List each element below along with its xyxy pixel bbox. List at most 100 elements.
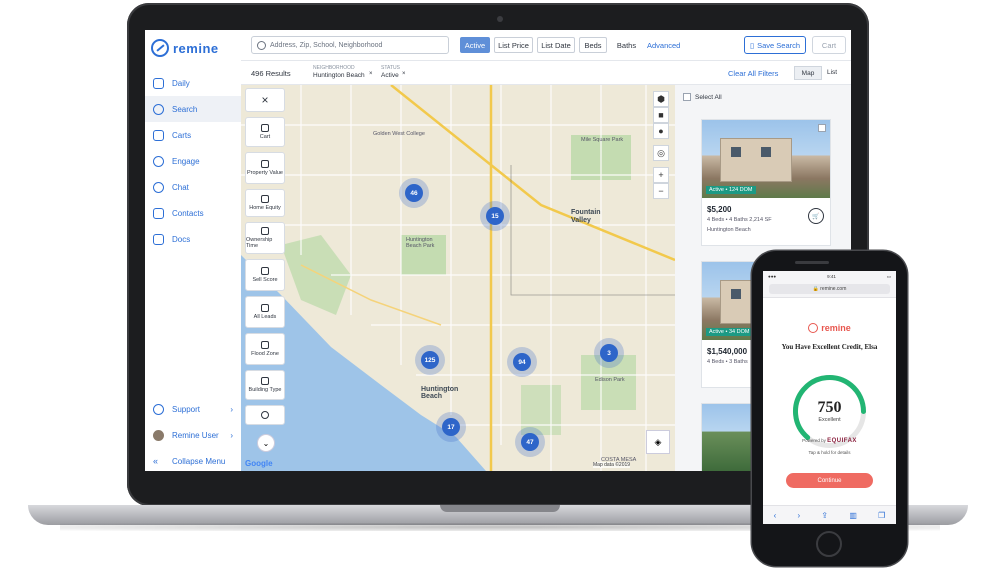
close-icon[interactable]: × — [402, 71, 406, 77]
sidebar-item-carts[interactable]: Carts — [145, 122, 241, 148]
browser-bar: ●●● 9:41 ▭ 🔒 remine.com — [763, 271, 896, 298]
score-label: Excellent — [818, 417, 841, 423]
tool-sell-score[interactable]: Sell Score — [245, 259, 285, 291]
close-panel-button[interactable]: × — [245, 88, 285, 112]
remine-logo-icon — [808, 323, 819, 333]
cart-button[interactable]: Cart — [812, 36, 846, 54]
tool-home-equity[interactable]: Home Equity — [245, 189, 285, 217]
locate-icon[interactable]: ◎ — [653, 145, 669, 161]
filter-active-chip[interactable]: Active — [460, 37, 490, 53]
map-copyright: Map data ©2019 — [593, 462, 631, 468]
select-all-label: Select All — [695, 93, 722, 101]
map-controls: ⬢ ■ ● ◎ + − — [653, 85, 669, 199]
draw-square-icon[interactable]: ■ — [653, 107, 669, 123]
continue-button[interactable]: Continue — [786, 473, 873, 488]
map-cluster-marker[interactable]: 47 — [515, 427, 545, 457]
checkbox-icon — [683, 93, 691, 101]
laptop-notch — [440, 505, 560, 512]
tool-ownership-time[interactable]: Ownership Time — [245, 222, 285, 254]
google-logo: Google — [245, 459, 273, 468]
map-cluster-marker[interactable]: 46 — [399, 178, 429, 208]
tool-flood-zone[interactable]: Flood Zone — [245, 333, 285, 365]
neighborhood-filter[interactable]: NEIGHBORHOOD Huntington Beach — [313, 64, 365, 80]
sidebar-item-label: Engage — [172, 156, 200, 166]
tool-cart[interactable]: Cart — [245, 117, 285, 147]
sidebar-item-search[interactable]: Search — [145, 96, 241, 122]
zoom-in-button[interactable]: + — [653, 167, 669, 183]
filter-list-date-chip[interactable]: List Date — [537, 37, 575, 53]
filter-value: Active — [381, 72, 399, 79]
sidebar-item-collapse[interactable]: « Collapse Menu — [145, 448, 241, 471]
map-cluster-marker[interactable]: 17 — [436, 412, 466, 442]
sidebar-item-contacts[interactable]: Contacts — [145, 200, 241, 226]
map-label: Edison Park — [595, 377, 625, 383]
tool-more[interactable] — [245, 405, 285, 425]
advanced-filters-link[interactable]: Advanced — [647, 41, 680, 50]
chat-icon — [153, 181, 164, 193]
sidebar-item-user[interactable]: Remine User › — [145, 422, 241, 448]
listing-photo: Active • 124 DOM — [702, 120, 830, 198]
sidebar-item-daily[interactable]: Daily — [145, 70, 241, 96]
save-search-button[interactable]: ▯ Save Search — [744, 36, 806, 54]
zoom-out-button[interactable]: − — [653, 183, 669, 199]
tool-building-type[interactable]: Building Type — [245, 370, 285, 400]
map-tool-column: × Cart Property Value Home Equity Owners… — [245, 88, 290, 430]
forward-icon[interactable]: › — [798, 511, 801, 520]
sidebar-item-label: Docs — [172, 234, 191, 244]
filter-beds-chip[interactable]: Beds — [579, 37, 607, 53]
sidebar-item-chat[interactable]: Chat — [145, 174, 241, 200]
map-view-toggle[interactable]: Map — [794, 66, 822, 80]
map-cluster-marker[interactable]: 3 — [594, 338, 624, 368]
filter-baths-chip[interactable]: Baths — [611, 37, 642, 53]
tool-all-leads[interactable]: All Leads — [245, 296, 285, 328]
chevron-down-icon[interactable]: ⌄ — [257, 434, 275, 452]
phone-earpiece — [795, 261, 829, 264]
add-to-cart-icon[interactable]: 🛒 — [808, 208, 824, 224]
browser-toolbar: ‹ › ⇪ ▥ ❐ — [763, 505, 896, 524]
bookmarks-icon[interactable]: ▥ — [849, 511, 857, 520]
list-view-toggle[interactable]: List — [827, 69, 837, 76]
cluster-count: 94 — [513, 353, 531, 371]
status-filter[interactable]: STATUS Active — [381, 64, 400, 80]
sidebar-item-label: Chat — [172, 182, 189, 192]
map-cluster-marker[interactable]: 15 — [480, 201, 510, 231]
cluster-count: 15 — [486, 207, 504, 225]
clock-icon — [261, 227, 269, 235]
clear-all-filters-link[interactable]: Clear All Filters — [728, 69, 778, 78]
tool-property-value[interactable]: Property Value — [245, 152, 285, 184]
tabs-icon[interactable]: ❐ — [878, 511, 885, 520]
details-note: Tap & hold for details — [808, 450, 851, 455]
map-cluster-marker[interactable]: 94 — [507, 347, 537, 377]
map-label: Golden West College — [373, 131, 425, 137]
phone-logo: remine — [763, 323, 896, 333]
draw-polygon-icon[interactable]: ⬢ — [653, 91, 669, 107]
search-icon — [153, 103, 164, 115]
search-input[interactable]: Address, Zip, School, Neighborhood — [251, 36, 449, 54]
sidebar-item-engage[interactable]: Engage — [145, 148, 241, 174]
app-logo[interactable]: remine — [151, 36, 219, 60]
filter-list-price-chip[interactable]: List Price — [494, 37, 533, 53]
cluster-count: 125 — [421, 351, 439, 369]
url-field[interactable]: 🔒 remine.com — [769, 284, 890, 294]
home-button[interactable] — [816, 531, 842, 557]
bookmark-icon: ▯ — [749, 40, 755, 50]
listing-card[interactable]: Active • 124 DOM $5,200 4 Beds • 4 Baths… — [701, 119, 831, 246]
share-icon[interactable]: ⇪ — [821, 511, 828, 520]
cart-icon — [261, 124, 269, 132]
battery-icon: ▭ — [886, 274, 891, 279]
select-all-checkbox[interactable]: Select All — [683, 93, 722, 101]
back-icon[interactable]: ‹ — [774, 511, 777, 520]
search-placeholder: Address, Zip, School, Neighborhood — [270, 41, 383, 49]
draw-circle-icon[interactable]: ● — [653, 123, 669, 139]
map-view[interactable]: × Cart Property Value Home Equity Owners… — [241, 85, 675, 471]
sidebar-item-support[interactable]: Support › — [145, 396, 241, 422]
listing-checkbox[interactable] — [818, 124, 826, 132]
map-cluster-marker[interactable]: 125 — [415, 345, 445, 375]
status-badge: Active • 34 DOM — [706, 328, 753, 336]
sidebar-item-label: Contacts — [172, 208, 204, 218]
status-bar: ●●● 9:41 ▭ — [768, 274, 891, 280]
logo-text: remine — [173, 40, 219, 56]
sidebar-item-docs[interactable]: Docs — [145, 226, 241, 252]
close-icon[interactable]: × — [369, 71, 373, 77]
layers-icon[interactable]: ◈ — [646, 430, 670, 454]
